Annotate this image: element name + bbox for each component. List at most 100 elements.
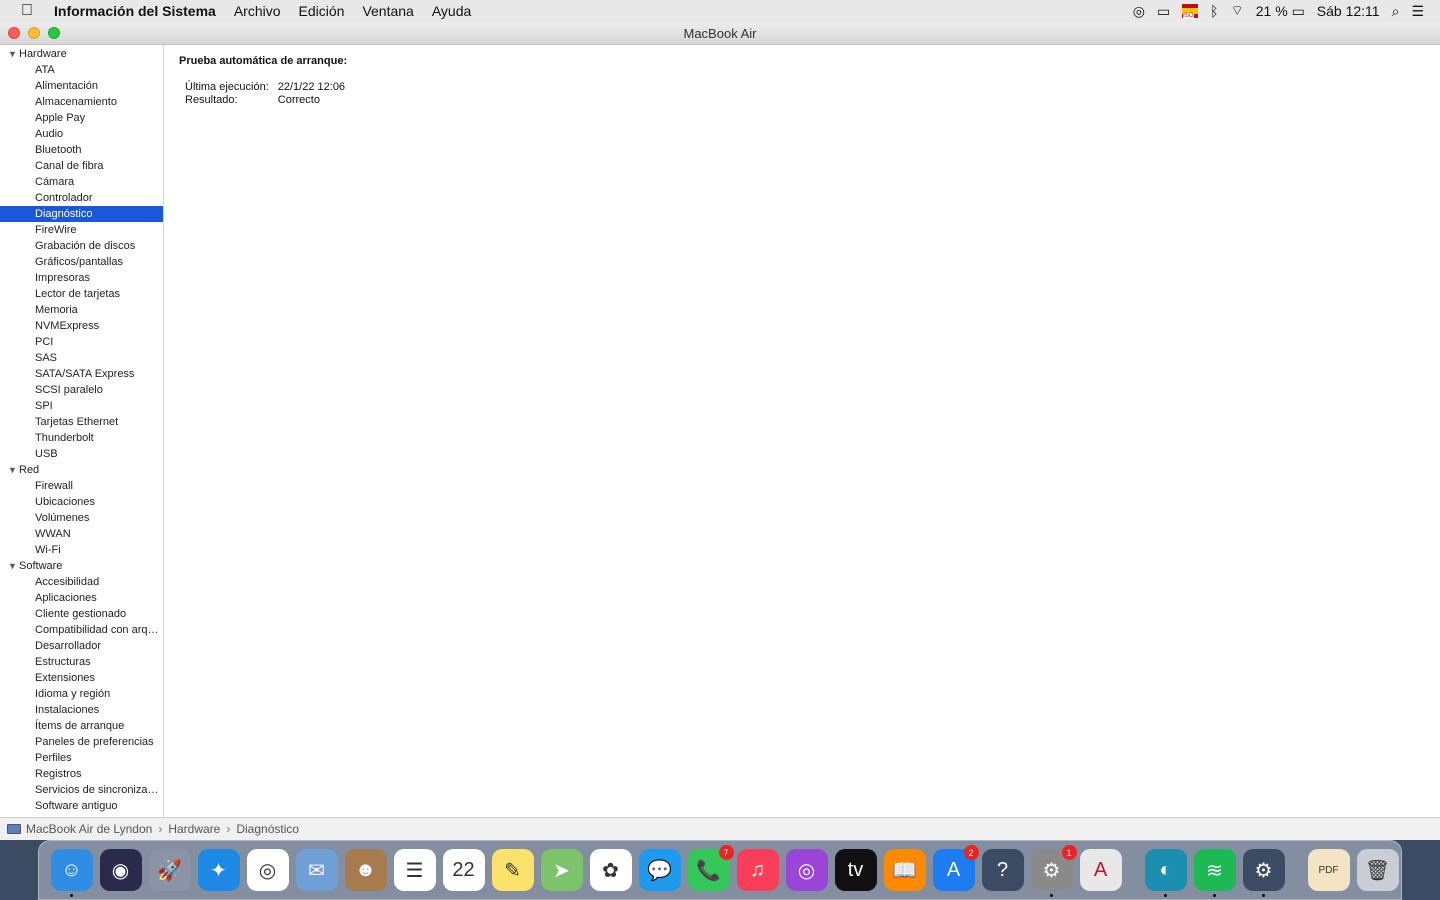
sidebar-item[interactable]: ATA xyxy=(0,62,163,78)
sidebar-item[interactable]: Registros xyxy=(0,766,163,782)
wifi-icon[interactable]: ⌔ xyxy=(1231,2,1244,20)
breadcrumb-computer[interactable]: MacBook Air de Lyndon xyxy=(26,822,152,836)
sidebar-item[interactable]: Perfiles xyxy=(0,750,163,766)
clock[interactable]: Sáb 12:11 xyxy=(1317,3,1380,19)
notification-center-icon[interactable]: ☰ xyxy=(1411,3,1424,20)
sidebar-item[interactable]: Impresoras xyxy=(0,270,163,286)
zoom-button[interactable] xyxy=(48,27,60,39)
sidebar-item[interactable]: Ítems de arranque xyxy=(0,718,163,734)
mail-icon[interactable]: ✉ xyxy=(295,849,338,891)
documents-stack-icon[interactable]: PDF xyxy=(1307,849,1350,891)
sidebar-item[interactable]: Volúmenes xyxy=(0,510,163,526)
music-icon[interactable]: ♫ xyxy=(736,849,779,891)
appstore-icon[interactable]: A2 xyxy=(932,845,979,891)
sidebar-item[interactable]: Aplicaciones xyxy=(0,590,163,606)
sidebar-item[interactable]: Canal de fibra xyxy=(0,158,163,174)
spotlight-search-icon[interactable]: ⌕ xyxy=(1392,3,1400,20)
sidebar-item[interactable]: Almacenamiento xyxy=(0,94,163,110)
sidebar-item[interactable]: NVMExpress xyxy=(0,318,163,334)
sidebar-item[interactable]: Alimentación xyxy=(0,78,163,94)
sidebar-item[interactable]: Idioma y región xyxy=(0,686,163,702)
sidebar-item[interactable]: Desarrollador xyxy=(0,638,163,654)
menu-ayuda[interactable]: Ayuda xyxy=(423,3,480,19)
autocad-icon[interactable]: A xyxy=(1079,849,1122,891)
messages-icon[interactable]: 💬 xyxy=(638,849,681,891)
sidebar-item[interactable]: Memoria xyxy=(0,302,163,318)
screen-recording-icon[interactable]: ◎ xyxy=(1133,3,1145,20)
maps-icon[interactable]: ➤ xyxy=(540,849,583,891)
facetime-icon[interactable]: 📞 7 xyxy=(687,845,734,891)
sidebar-item[interactable]: Ubicaciones xyxy=(0,494,163,510)
sidebar-item[interactable]: Estructuras xyxy=(0,654,163,670)
chrome-icon[interactable]: ◎ xyxy=(246,849,289,891)
sidebar-item[interactable]: Extensiones xyxy=(0,670,163,686)
sidebar-item[interactable]: Firewall xyxy=(0,478,163,494)
books-icon[interactable]: 📖 xyxy=(883,849,926,891)
contacts-icon[interactable]: ☻ xyxy=(344,849,387,891)
sidebar-item[interactable]: Controlador xyxy=(0,190,163,206)
sidebar-group-hardware[interactable]: ▼ Hardware xyxy=(0,46,163,62)
app-menu[interactable]: Información del Sistema xyxy=(54,3,225,19)
sidebar-item[interactable]: Paneles de preferencias xyxy=(0,734,163,750)
photos-icon[interactable]: ✿ xyxy=(589,849,632,891)
input-source-flag-icon[interactable] xyxy=(1182,4,1199,19)
close-button[interactable] xyxy=(8,27,20,39)
menu-edicion[interactable]: Edición xyxy=(290,3,354,19)
sidebar-item[interactable]: USB xyxy=(0,446,163,462)
system-info-icon[interactable]: ◐ xyxy=(1144,849,1187,897)
notes-icon[interactable]: ✎ xyxy=(491,849,534,891)
sidebar-item[interactable]: PCI xyxy=(0,334,163,350)
bluetooth-icon[interactable]: ᛒ xyxy=(1210,3,1218,19)
disclosure-triangle-icon[interactable]: ▼ xyxy=(8,462,19,478)
sidebar-item[interactable]: SPI xyxy=(0,398,163,414)
podcasts-icon[interactable]: ◎ xyxy=(785,849,828,891)
apple-menu-icon[interactable]:  xyxy=(0,2,54,20)
sidebar-item[interactable]: Wi-Fi xyxy=(0,542,163,558)
sidebar-item[interactable]: Software antiguo xyxy=(0,798,163,814)
siri-icon[interactable]: ◉ xyxy=(99,849,142,891)
sidebar-item[interactable]: Tarjetas Ethernet xyxy=(0,414,163,430)
disclosure-triangle-icon[interactable]: ▼ xyxy=(8,558,19,574)
sidebar-item[interactable]: Compatibilidad con arquitectura xyxy=(0,622,163,638)
battery-status[interactable]: 21 % ▭ xyxy=(1256,3,1305,20)
launchpad-icon[interactable]: 🚀 xyxy=(148,849,191,891)
trash-icon[interactable]: 🗑 xyxy=(1356,849,1399,891)
sidebar-item[interactable]: Instalaciones xyxy=(0,702,163,718)
sidebar-item[interactable]: Audio xyxy=(0,126,163,142)
sidebar-item[interactable]: Cámara xyxy=(0,174,163,190)
tv-icon[interactable]: tv xyxy=(834,849,877,891)
sidebar-item[interactable]: Servicios de sincronización xyxy=(0,782,163,798)
sidebar-item[interactable]: WWAN xyxy=(0,526,163,542)
system-preferences-icon[interactable]: ⚙ 1 xyxy=(1030,845,1077,897)
sidebar-item[interactable]: SCSI paralelo xyxy=(0,382,163,398)
sidebar-item[interactable]: Grabación de discos xyxy=(0,238,163,254)
sidebar-item[interactable]: Cliente gestionado xyxy=(0,606,163,622)
sidebar-item[interactable]: SAS xyxy=(0,350,163,366)
sidebar-item[interactable]: SATA/SATA Express xyxy=(0,366,163,382)
menu-archivo[interactable]: Archivo xyxy=(225,3,290,19)
sidebar-item[interactable]: Diagnóstico xyxy=(0,206,163,222)
sidebar-item[interactable]: Gráficos/pantallas xyxy=(0,254,163,270)
sidebar[interactable]: ▼ Hardware ATA Alimentación Almacenamiento Ap… xyxy=(0,45,164,817)
menu-ventana[interactable]: Ventana xyxy=(353,3,422,19)
airplay-icon[interactable]: ▭ xyxy=(1157,3,1170,20)
calendar-icon[interactable]: 22 xyxy=(442,849,485,891)
sidebar-item[interactable]: Lector de tarjetas xyxy=(0,286,163,302)
breadcrumb-hardware[interactable]: Hardware xyxy=(168,822,220,836)
sidebar-group-software[interactable]: ▼ Software xyxy=(0,558,163,574)
spotify-icon[interactable]: ≋ xyxy=(1193,849,1236,897)
breadcrumb-diagnostico[interactable]: Diagnóstico xyxy=(236,822,299,836)
reminders-icon[interactable]: ☰ xyxy=(393,849,436,891)
finder-icon[interactable]: ☺ xyxy=(50,849,93,897)
minimize-button[interactable] xyxy=(28,27,40,39)
sidebar-item[interactable]: Bluetooth xyxy=(0,142,163,158)
sidebar-item[interactable]: Apple Pay xyxy=(0,110,163,126)
title-bar[interactable]: MacBook Air xyxy=(0,22,1440,45)
help-icon[interactable]: ? xyxy=(981,849,1024,891)
safari-icon[interactable]: ✦ xyxy=(197,849,240,891)
sidebar-item[interactable]: FireWire xyxy=(0,222,163,238)
sidebar-item[interactable]: Thunderbolt xyxy=(0,430,163,446)
disclosure-triangle-icon[interactable]: ▼ xyxy=(8,46,19,62)
sidebar-group-red[interactable]: ▼ Red xyxy=(0,462,163,478)
activity-icon[interactable]: ⚙ xyxy=(1242,849,1285,897)
